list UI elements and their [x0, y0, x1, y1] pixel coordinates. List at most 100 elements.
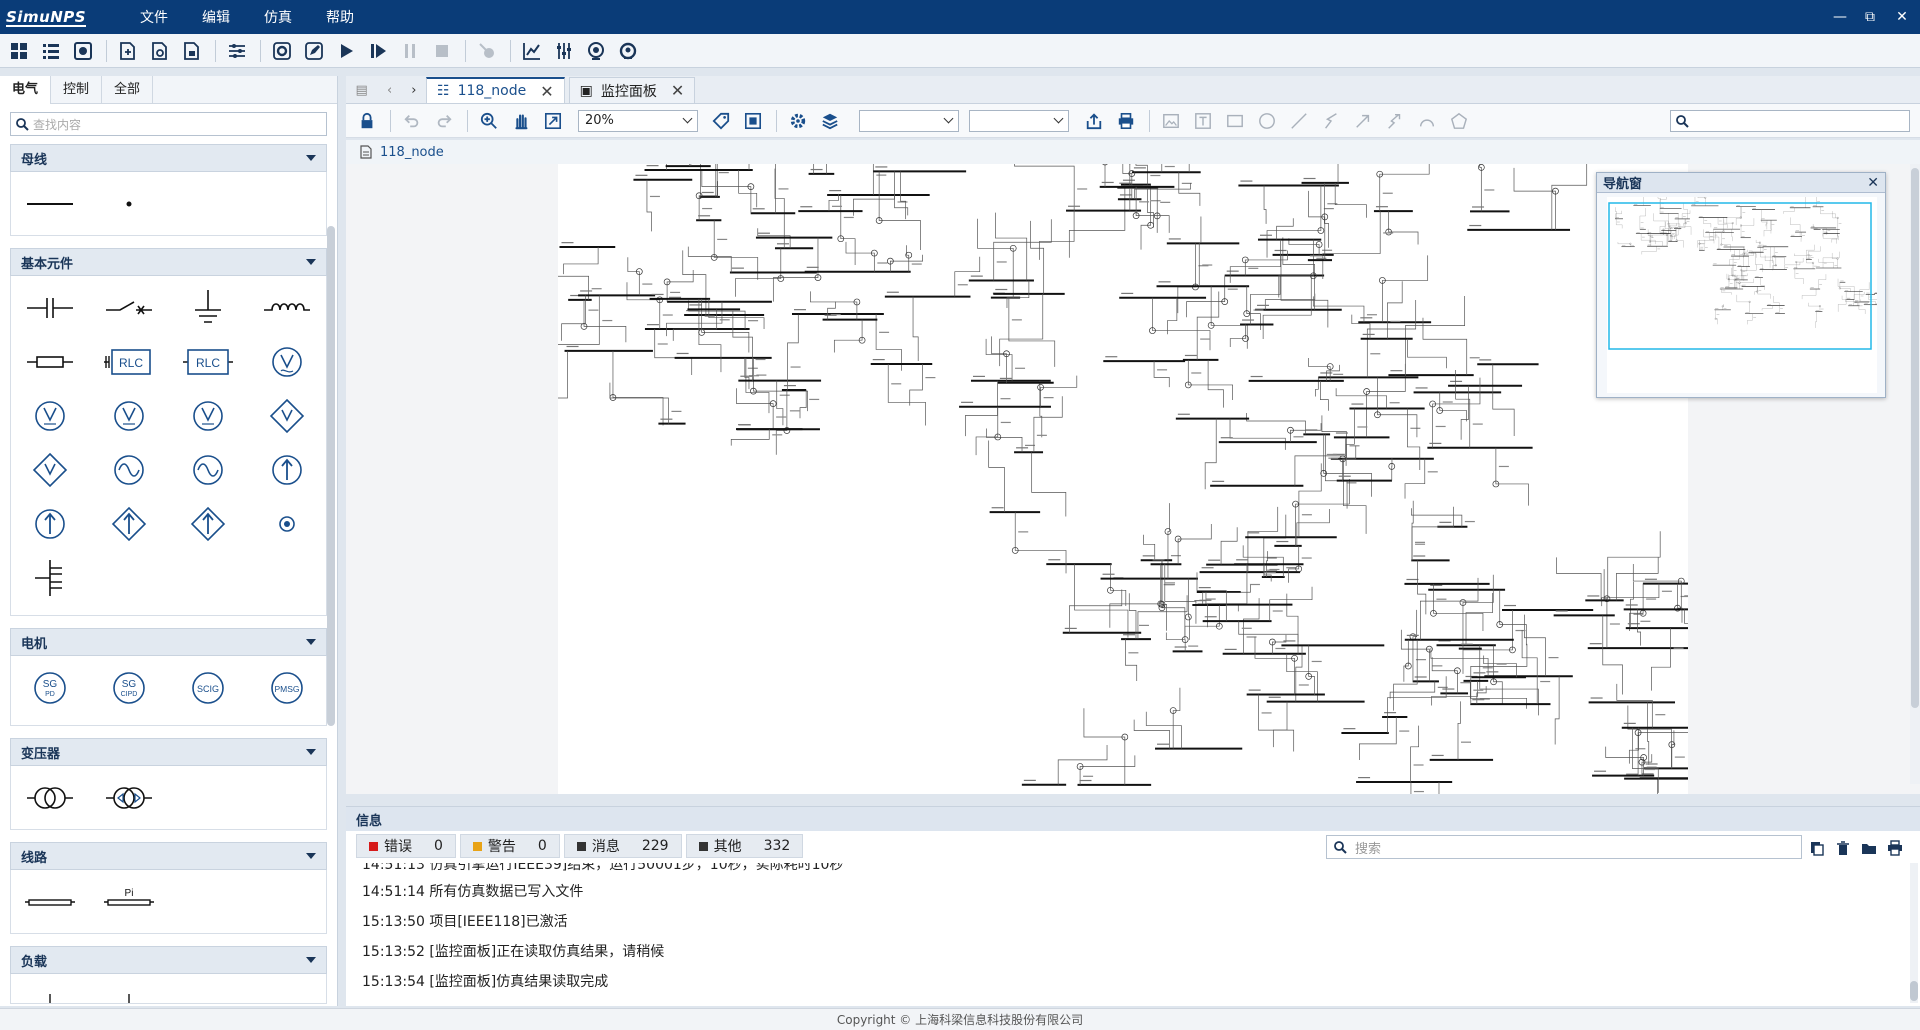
- node-dot-icon[interactable]: [92, 178, 167, 230]
- record-icon[interactable]: [615, 38, 641, 64]
- breadcrumb-item[interactable]: 118_node: [380, 145, 444, 160]
- node-icon[interactable]: [249, 498, 324, 550]
- dependent-current-icon[interactable]: [92, 498, 167, 550]
- multi-terminal-icon[interactable]: [13, 552, 88, 604]
- switch-icon[interactable]: [92, 282, 167, 334]
- step-run-icon[interactable]: [365, 38, 391, 64]
- menu-simulation[interactable]: 仿真: [252, 7, 304, 27]
- zoom-icon[interactable]: [476, 108, 502, 134]
- arc-icon[interactable]: [1414, 108, 1440, 134]
- frame-icon[interactable]: [740, 108, 766, 134]
- current-source-icon[interactable]: [13, 498, 88, 550]
- open-project-icon[interactable]: [147, 38, 173, 64]
- tab-prev-icon[interactable]: ‹: [387, 83, 392, 98]
- stop-icon[interactable]: [429, 38, 455, 64]
- chart-icon[interactable]: [519, 38, 545, 64]
- tab-control[interactable]: 控制: [51, 75, 103, 104]
- menu-help[interactable]: 帮助: [314, 7, 366, 27]
- canvas-scrollbar[interactable]: [1910, 164, 1920, 784]
- tab-electrical[interactable]: 电气: [0, 75, 52, 104]
- dependent-voltage-icon[interactable]: [249, 390, 324, 442]
- category-header[interactable]: 变压器: [10, 738, 327, 766]
- print-log-icon[interactable]: [1884, 837, 1906, 859]
- current-source-icon[interactable]: [249, 444, 324, 496]
- category-header[interactable]: 线路: [10, 842, 327, 870]
- log-scrollbar[interactable]: [1910, 863, 1918, 1003]
- dashboard-icon[interactable]: [6, 38, 32, 64]
- export-icon[interactable]: [1081, 108, 1107, 134]
- library-icon[interactable]: [70, 38, 96, 64]
- list-icon[interactable]: [38, 38, 64, 64]
- ground-icon[interactable]: [170, 282, 245, 334]
- capacitor-icon[interactable]: [13, 282, 88, 334]
- pause-icon[interactable]: [397, 38, 423, 64]
- zoom-select[interactable]: 20%: [578, 109, 698, 132]
- sg-cipd-icon[interactable]: SG CIPD: [92, 662, 167, 714]
- layers-icon[interactable]: [817, 108, 843, 134]
- ac-source-icon[interactable]: [170, 444, 245, 496]
- tag-icon[interactable]: [708, 108, 734, 134]
- wizard-icon[interactable]: [474, 38, 500, 64]
- ac-source-icon[interactable]: [92, 444, 167, 496]
- info-search-input[interactable]: 搜索: [1326, 835, 1802, 859]
- navigator-preview[interactable]: [1607, 187, 1901, 393]
- tune-icon[interactable]: [551, 38, 577, 64]
- inductor-icon[interactable]: [249, 282, 324, 334]
- circle-icon[interactable]: [1254, 108, 1280, 134]
- run-icon[interactable]: [333, 38, 359, 64]
- tab-monitor-panel[interactable]: ▣ 监控面板 ✕: [568, 77, 696, 103]
- voltage-source-icon[interactable]: [249, 336, 324, 388]
- load-icon[interactable]: [92, 980, 167, 1003]
- edit-icon[interactable]: [301, 38, 327, 64]
- print-icon[interactable]: [1113, 108, 1139, 134]
- filter-others[interactable]: 其他 332: [685, 834, 804, 858]
- resistor-icon[interactable]: [13, 336, 88, 388]
- save-project-icon[interactable]: [179, 38, 205, 64]
- tab-menu-icon[interactable]: ▤: [356, 83, 368, 98]
- close-button[interactable]: ✕: [1884, 0, 1920, 34]
- image-icon[interactable]: [1158, 108, 1184, 134]
- fit-icon[interactable]: [540, 108, 566, 134]
- transformer-2w-icon[interactable]: [13, 772, 88, 824]
- category-header[interactable]: 母线: [10, 144, 327, 172]
- copy-log-icon[interactable]: [1806, 837, 1828, 859]
- category-header[interactable]: 负载: [10, 946, 327, 974]
- category-header[interactable]: 基本元件: [10, 248, 327, 276]
- filter-messages[interactable]: 消息 229: [563, 834, 682, 858]
- diagram-sheet[interactable]: [508, 91, 1722, 861]
- menu-edit[interactable]: 编辑: [190, 7, 242, 27]
- scig-icon[interactable]: SCIG: [170, 662, 245, 714]
- menu-file[interactable]: 文件: [128, 7, 180, 27]
- component-scrollbar[interactable]: [327, 226, 335, 726]
- rlc-series-icon[interactable]: RLC: [92, 336, 167, 388]
- monitor-icon[interactable]: [583, 38, 609, 64]
- text-icon[interactable]: [1190, 108, 1216, 134]
- close-tab-icon[interactable]: ✕: [671, 81, 684, 100]
- undo-icon[interactable]: [399, 108, 425, 134]
- arrow-icon[interactable]: [1350, 108, 1376, 134]
- bus-line-icon[interactable]: [13, 178, 88, 230]
- navigator-header[interactable]: 导航窗 ✕: [1597, 173, 1885, 193]
- gear-icon[interactable]: [785, 108, 811, 134]
- category-header[interactable]: 电机: [10, 628, 327, 656]
- load-icon[interactable]: [13, 980, 88, 1003]
- lock-icon[interactable]: [354, 108, 380, 134]
- scrollbar-thumb[interactable]: [1910, 981, 1918, 1001]
- sg-pd-icon[interactable]: SG PD: [13, 662, 88, 714]
- dependent-voltage-icon[interactable]: [13, 444, 88, 496]
- line-draw-icon[interactable]: [1286, 108, 1312, 134]
- close-tab-icon[interactable]: ✕: [540, 82, 553, 101]
- voltage-source-icon[interactable]: [170, 390, 245, 442]
- line-style-select[interactable]: [859, 109, 959, 132]
- component-search-input[interactable]: 查找内容: [10, 112, 327, 136]
- rlc-block-icon[interactable]: RLC: [170, 336, 245, 388]
- scrollbar-thumb[interactable]: [1911, 168, 1919, 708]
- pi-line-icon[interactable]: Pi: [92, 876, 167, 928]
- close-icon[interactable]: ✕: [1867, 175, 1879, 191]
- transformer-3w-icon[interactable]: [92, 772, 167, 824]
- polygon-icon[interactable]: [1446, 108, 1472, 134]
- tab-next-icon[interactable]: ›: [411, 83, 416, 98]
- dependent-current-icon[interactable]: [170, 498, 245, 550]
- line-width-select[interactable]: [969, 109, 1069, 132]
- line-icon[interactable]: [13, 876, 88, 928]
